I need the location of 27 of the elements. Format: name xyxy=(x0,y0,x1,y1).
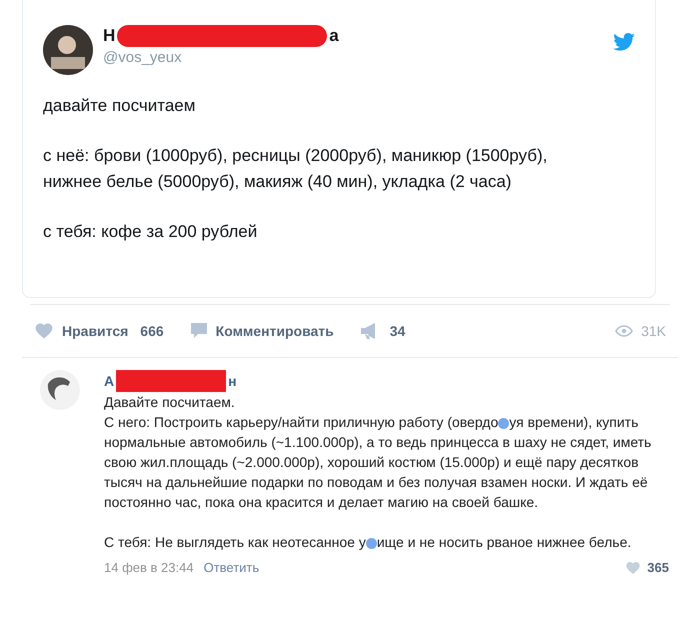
avatar xyxy=(43,25,93,75)
comment-paragraph: Давайте посчитаем. xyxy=(104,393,236,412)
tweet-paragraph: с неё: брови (1000руб), ресницы (2000руб), маникюр (1500руб), нижнее белье (5000руб), макияж (40 мин), укладка (2 часа) xyxy=(43,145,548,193)
like-button[interactable]: Нравится 666 xyxy=(34,320,164,342)
author-handle: @vos_yeux xyxy=(103,48,183,68)
avatar xyxy=(40,370,80,410)
author-name-end: н xyxy=(228,372,237,391)
eye-icon xyxy=(615,325,634,337)
share-button[interactable]: 34 xyxy=(360,320,406,342)
speech-bubble-icon xyxy=(190,322,208,340)
comment-paragraph: С него: Построить карьеру/найти приличную работу (овердо уя времени), купить нормальные автомобиль (~1.100.000р), а то ведь принцесса в шаху не сядет, иметь свою жил.площадь (~2.000.000р), хороший костюм (15.000р) и ещё пару десятков тысяч на дальнейшие подарки по поводам и без получая взамен носки. И ждать её постоянно час, пока она красится и делает магию на своей башке. xyxy=(104,413,652,512)
author-name-start: А xyxy=(104,372,114,391)
heart-icon xyxy=(34,321,54,341)
author-name-end: а xyxy=(329,25,339,48)
like-count: 365 xyxy=(647,559,669,577)
heart-icon xyxy=(625,560,642,576)
comment-button[interactable]: Комментировать xyxy=(190,320,334,342)
reply-link[interactable]: Ответить xyxy=(204,558,260,578)
comment-paragraph: С тебя: Не выглядеть как неотесанное у ище и не носить рваное нижнее белье. xyxy=(104,533,632,552)
views-count: 31K xyxy=(641,322,666,340)
bird-icon xyxy=(613,33,635,51)
author-name-start: Н xyxy=(103,25,116,48)
tweet-paragraph: с тебя: кофе за 200 рублей xyxy=(43,221,258,243)
tweet-paragraph: давайте посчитаем xyxy=(43,95,196,117)
blur-dot-icon xyxy=(366,538,377,549)
comment-date: 14 фев в 23:44 xyxy=(104,559,194,577)
blur-dot-icon xyxy=(498,418,510,429)
